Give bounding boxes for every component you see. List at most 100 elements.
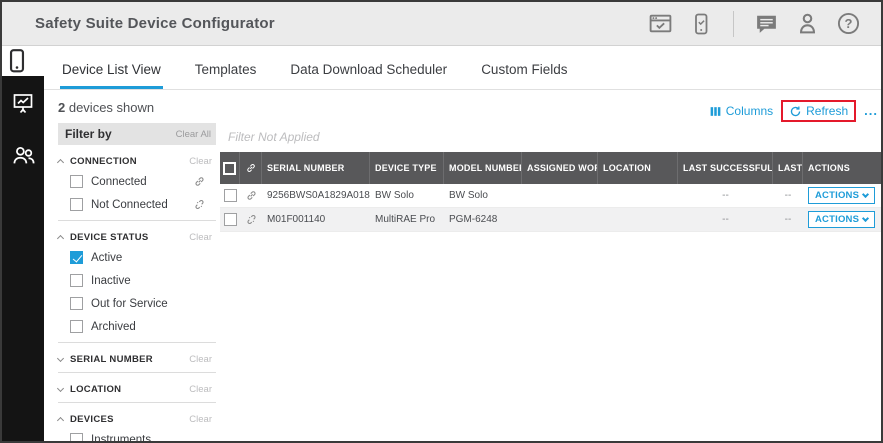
table-row: M01F001140 MultiRAE Pro PGM-6248 -- -- A… <box>220 208 881 232</box>
inactive-checkbox[interactable] <box>70 274 83 287</box>
desktop-check-icon[interactable] <box>647 11 673 37</box>
assigned-worker-cell <box>522 208 598 231</box>
header-actions[interactable]: ACTIONS <box>803 152 881 184</box>
header-location[interactable]: LOCATION <box>598 152 678 184</box>
user-icon[interactable] <box>794 11 820 37</box>
location-cell <box>598 184 678 207</box>
nav-item-devices[interactable] <box>2 46 32 76</box>
last-bump-cell: -- <box>784 214 792 225</box>
columns-button[interactable]: Columns <box>709 104 773 118</box>
header-serial-number[interactable]: SERIAL NUMBER <box>262 152 370 184</box>
header-connection[interactable] <box>240 152 262 184</box>
clear-link[interactable]: Clear <box>189 156 212 167</box>
header-assigned-worker[interactable]: ASSIGNED WORKER <box>522 152 598 184</box>
chevron-down-icon <box>56 384 65 392</box>
filter-section-header[interactable]: CONNECTION Clear <box>56 152 212 170</box>
actions-cell: ACTIONS <box>803 208 881 231</box>
header-last-successful-bump[interactable]: LAST SU <box>773 152 803 184</box>
devices-shown-count: 2 devices shown <box>58 100 216 115</box>
filter-option-out-for-service: Out for Service <box>58 292 212 315</box>
link-icon <box>245 162 257 174</box>
filter-section-devices: DEVICES Clear Instruments <box>56 402 216 442</box>
filter-section-header[interactable]: DEVICE STATUS Clear <box>56 228 212 246</box>
nav-item-dashboard[interactable] <box>8 88 38 118</box>
header-last-successful-calibration[interactable]: LAST SUCCESSFUL CALIBRA <box>678 152 773 184</box>
nav-rail-dark <box>2 76 44 441</box>
filter-option-label: Not Connected <box>91 198 168 211</box>
clear-link[interactable]: Clear <box>189 384 212 395</box>
filter-section-title: CONNECTION <box>70 155 137 167</box>
filter-option-inactive: Inactive <box>58 269 212 292</box>
chat-icon[interactable] <box>753 11 779 37</box>
connected-checkbox[interactable] <box>70 175 83 188</box>
more-options-icon[interactable]: ... <box>864 104 878 117</box>
device-table-area: Columns Refresh ... Filter Not Applied S… <box>220 90 881 441</box>
chevron-down-icon <box>862 190 870 198</box>
clear-link[interactable]: Clear <box>189 354 212 365</box>
select-all-checkbox[interactable] <box>223 161 236 175</box>
link-broken-icon <box>193 198 206 211</box>
devices-count-label: devices shown <box>65 100 155 115</box>
actions-button-label: ACTIONS <box>815 190 860 201</box>
titlebar: Safety Suite Device Configurator ? <box>2 2 881 46</box>
assigned-worker-cell <box>522 184 598 207</box>
header-model-number[interactable]: MODEL NUMBER <box>444 152 522 184</box>
model-number-cell: BW Solo <box>449 190 488 201</box>
filter-option-label: Connected <box>91 175 147 188</box>
clear-all-link[interactable]: Clear All <box>176 129 211 140</box>
columns-icon <box>709 105 722 118</box>
tab-custom-fields[interactable]: Custom Fields <box>481 46 567 89</box>
out-for-service-checkbox[interactable] <box>70 297 83 310</box>
tab-templates[interactable]: Templates <box>195 46 257 89</box>
table-header-row: SERIAL NUMBER DEVICE TYPE MODEL NUMBER A… <box>220 152 881 184</box>
actions-cell: ACTIONS <box>803 184 881 207</box>
row-actions-button[interactable]: ACTIONS <box>808 211 876 228</box>
tab-data-download-scheduler[interactable]: Data Download Scheduler <box>290 46 447 89</box>
filter-section-header[interactable]: LOCATION Clear <box>56 380 212 398</box>
row-checkbox[interactable] <box>223 189 237 202</box>
instruments-checkbox[interactable] <box>70 433 83 441</box>
last-bump-cell: -- <box>784 190 792 201</box>
filter-option-label: Out for Service <box>91 297 168 310</box>
help-icon[interactable]: ? <box>835 11 861 37</box>
archived-checkbox[interactable] <box>70 320 83 333</box>
active-checkbox[interactable] <box>70 251 83 264</box>
select-all-cell <box>220 152 240 184</box>
chevron-down-icon <box>56 354 65 362</box>
link-icon <box>193 175 206 188</box>
tab-device-list-view[interactable]: Device List View <box>60 46 163 89</box>
nav-item-users[interactable] <box>8 140 38 170</box>
filter-panel: 2 devices shown Filter by Clear All CONN… <box>44 90 220 441</box>
location-cell <box>598 208 678 231</box>
not-connected-checkbox[interactable] <box>70 198 83 211</box>
clear-link[interactable]: Clear <box>189 232 212 243</box>
filter-section-title: LOCATION <box>70 383 122 395</box>
serial-number-cell: M01F001140 <box>267 214 326 225</box>
mobile-check-icon[interactable] <box>688 11 714 37</box>
columns-label: Columns <box>725 104 774 118</box>
app-window: Safety Suite Device Configurator ? Devic… <box>0 0 883 443</box>
link-broken-icon <box>245 213 258 226</box>
clear-link[interactable]: Clear <box>189 414 212 425</box>
device-icon <box>4 48 30 74</box>
row-select-cell <box>220 208 240 231</box>
row-checkbox[interactable] <box>223 213 237 226</box>
device-type-cell: MultiRAE Pro <box>375 214 436 225</box>
row-actions-button[interactable]: ACTIONS <box>808 187 876 204</box>
filter-section-header[interactable]: DEVICES Clear <box>56 410 212 428</box>
titlebar-icons: ? <box>647 10 881 37</box>
chevron-up-icon <box>56 416 65 425</box>
filter-not-applied-note: Filter Not Applied <box>228 130 320 144</box>
filter-section-title: DEVICES <box>70 413 114 425</box>
chevron-down-icon <box>862 214 870 222</box>
filter-section-header[interactable]: SERIAL NUMBER Clear <box>56 350 212 368</box>
filter-section-device-status: DEVICE STATUS Clear Active Inactive Out … <box>56 220 216 342</box>
svg-text:?: ? <box>844 16 852 31</box>
dashboard-presentation-icon <box>11 91 35 115</box>
refresh-button[interactable]: Refresh <box>789 104 848 118</box>
table-row: 9256BWS0A1829A0184 BW Solo BW Solo -- --… <box>220 184 881 208</box>
header-device-type[interactable]: DEVICE TYPE <box>370 152 444 184</box>
filter-option-label: Instruments <box>91 433 152 442</box>
filter-option-active: Active <box>58 246 212 269</box>
filter-section-connection: CONNECTION Clear Connected Not Connected <box>56 145 216 220</box>
